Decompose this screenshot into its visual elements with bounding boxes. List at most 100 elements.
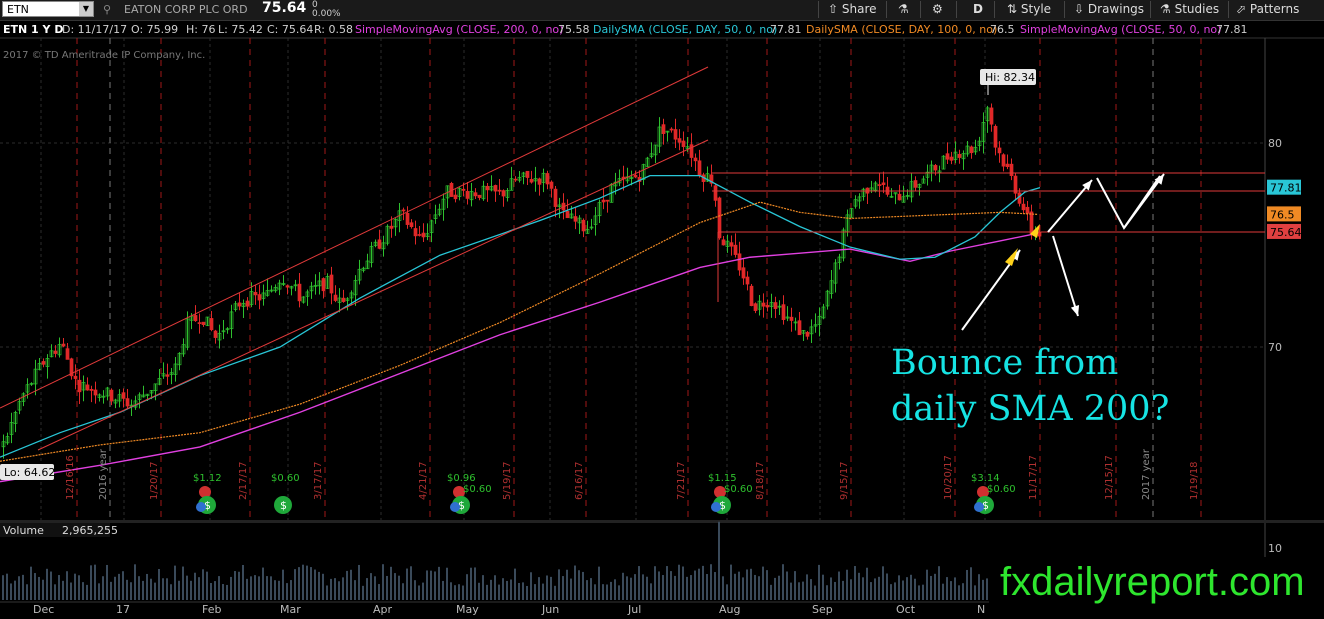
volume-bar: [70, 582, 72, 600]
candle-body: [497, 189, 502, 192]
date-marker-label: 3/17/17: [313, 461, 324, 500]
lo-label: Lo: 64.62: [4, 466, 55, 479]
volume-bar: [90, 565, 92, 600]
volume-bar: [530, 572, 532, 600]
volume-bar: [114, 576, 116, 600]
volume-bar: [866, 567, 868, 600]
candle-body: [525, 170, 530, 178]
candle-body: [341, 297, 346, 302]
volume-bar: [398, 575, 400, 600]
candle-body: [401, 209, 406, 212]
volume-bar: [930, 575, 932, 600]
candle-body: [413, 228, 418, 237]
volume-bar: [190, 580, 192, 600]
volume-bar: [506, 580, 508, 600]
volume-bar: [970, 567, 972, 600]
candle-body: [193, 315, 198, 322]
candle-body: [477, 194, 482, 198]
volume-bar: [634, 574, 636, 600]
volume-bar: [826, 585, 828, 600]
candle-body: [321, 278, 326, 292]
candle-body: [257, 294, 262, 301]
candle-body: [409, 222, 414, 228]
volume-bar: [594, 584, 596, 600]
volume-bar: [758, 576, 760, 600]
candle-body: [253, 291, 258, 296]
candle-body: [677, 138, 682, 143]
candle-body: [125, 398, 130, 407]
event-info-icon: [196, 502, 206, 512]
volume-bar: [306, 565, 308, 600]
volume-bar: [642, 574, 644, 600]
earnings-icon: [199, 486, 211, 498]
volume-bar: [202, 569, 204, 600]
date-marker-label: 4/21/17: [418, 461, 429, 500]
volume-bar: [222, 584, 224, 600]
volume-bar: [334, 578, 336, 600]
volume-bar: [214, 581, 216, 600]
volume-bar: [678, 564, 680, 600]
candle-body: [581, 219, 586, 232]
candle-body: [1001, 154, 1006, 167]
volume-bar: [338, 581, 340, 600]
candle-body: [997, 147, 1002, 154]
volume-bar: [166, 578, 168, 600]
volume-bar: [942, 583, 944, 600]
date-marker-label: 12/16/16: [65, 455, 76, 500]
sma100-line: [0, 201, 1039, 462]
volume-bar: [618, 585, 620, 600]
volume-bar: [782, 564, 784, 600]
volume-bar: [34, 573, 36, 600]
candle-body: [673, 129, 678, 140]
volume-bar: [702, 565, 704, 600]
month-label: Jul: [627, 603, 641, 616]
volume-bar: [518, 582, 520, 600]
volume-bar: [78, 575, 80, 600]
candle-body: [65, 348, 70, 360]
volume-bar: [98, 583, 100, 600]
volume-bar: [270, 576, 272, 600]
price-tag-label: 77.81: [1270, 182, 1302, 195]
volume-bar: [986, 578, 988, 600]
volume-bar: [666, 566, 668, 600]
volume-bar: [714, 572, 716, 600]
date-marker-label: 10/20/17: [943, 455, 954, 500]
volume-bar: [94, 564, 96, 600]
candle-body: [85, 384, 90, 391]
month-label: N: [977, 603, 985, 616]
volume-bar: [302, 564, 304, 600]
event-extra-label: $0.60: [987, 484, 1016, 495]
volume-bar: [558, 569, 560, 600]
volume-bar: [538, 577, 540, 600]
volume-bar: [846, 569, 848, 600]
panel-divider: [0, 520, 1324, 523]
candle-body: [805, 332, 810, 337]
date-marker-label: 2/17/17: [238, 461, 249, 500]
volume-bar: [738, 571, 740, 600]
volume-bar: [326, 585, 328, 600]
candle-body: [237, 302, 242, 307]
volume-bar: [142, 580, 144, 600]
volume-bar: [690, 575, 692, 600]
volume-bar: [86, 584, 88, 600]
price-chart[interactable]: 70 80 Dec 17 Feb Mar Apr May Jun Jul Aug Sep Oct N 12/…: [0, 0, 1324, 619]
volume-bar: [158, 568, 160, 600]
candle-body: [969, 146, 974, 154]
volume-bar: [562, 576, 564, 600]
volume-bar: [354, 580, 356, 600]
month-label: Feb: [202, 603, 221, 616]
volume-bar: [122, 571, 124, 600]
volume-bar: [462, 585, 464, 600]
annotation-line-2: daily SMA 200?: [891, 389, 1169, 429]
candle-body: [729, 242, 734, 247]
volume-bar: [902, 580, 904, 600]
volume-bar: [170, 584, 172, 600]
volume-bar: [278, 580, 280, 600]
volume-bar: [754, 574, 756, 600]
candle-body: [669, 128, 674, 131]
month-label: Jun: [541, 603, 559, 616]
candle-body: [933, 165, 938, 171]
volume-bar: [430, 570, 432, 600]
candle-body: [417, 234, 422, 236]
volume-bar: [646, 576, 648, 600]
